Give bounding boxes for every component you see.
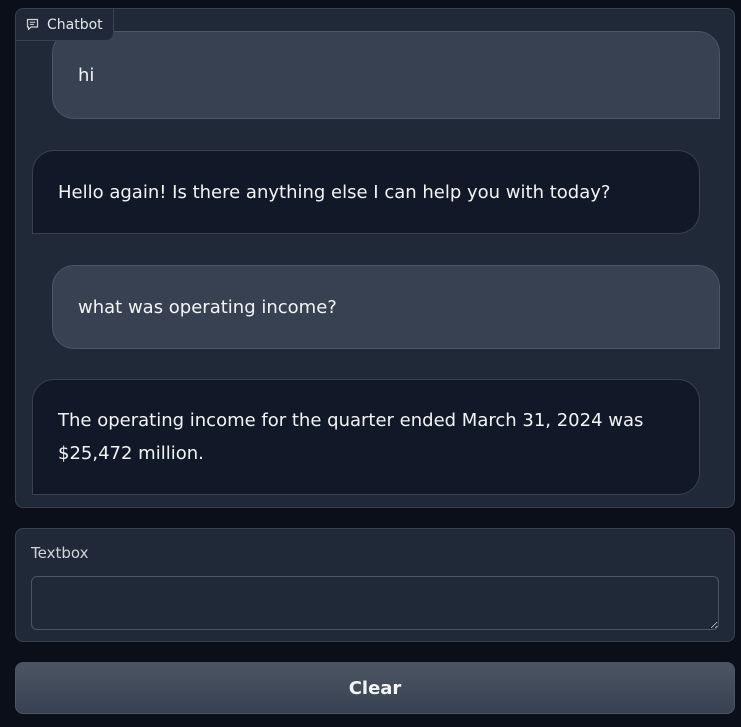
message-text: The operating income for the quarter end…	[58, 410, 644, 464]
bot-message: The operating income for the quarter end…	[32, 379, 700, 495]
chatbot-label: Chatbot	[16, 9, 114, 41]
chat-bubble-icon	[26, 18, 39, 31]
user-message: what was operating income?	[52, 265, 720, 349]
textbox-label: Textbox	[31, 544, 89, 562]
textbox-panel: Textbox	[15, 528, 735, 642]
message-text: Hello again! Is there anything else I ca…	[58, 181, 611, 203]
user-message: hi	[52, 31, 720, 119]
chatbot-panel: Chatbot hi Hello again! Is there anythin…	[15, 8, 735, 508]
bot-message: Hello again! Is there anything else I ca…	[32, 150, 700, 234]
message-text: hi	[78, 64, 95, 86]
clear-button[interactable]: Clear	[15, 662, 735, 714]
message-input[interactable]	[31, 576, 719, 630]
message-text: what was operating income?	[78, 296, 337, 318]
chatbot-label-text: Chatbot	[47, 16, 103, 33]
message-list[interactable]: hi Hello again! Is there anything else I…	[16, 9, 734, 507]
